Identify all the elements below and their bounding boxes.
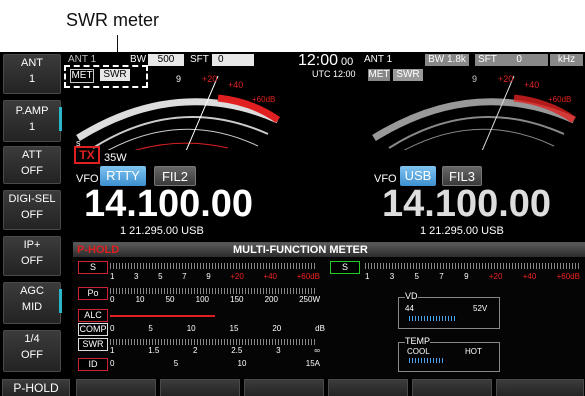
mfm-right-s-scale: 1 3 5 7 9 +20 +40 +60dB: [365, 272, 580, 281]
bottom-button-7[interactable]: [496, 379, 584, 396]
vd-max: 52V: [473, 304, 488, 313]
mfm-right-s-bar: [365, 263, 580, 269]
main-sub-info: 1 21.295.00 USB: [120, 225, 204, 237]
mfm-s-bar: [110, 263, 315, 269]
mfm-po-label: Po: [78, 287, 108, 300]
mfm-alc-label: ALC: [78, 309, 108, 322]
sub-sft-label: SFT: [478, 54, 497, 65]
svg-text:+60dB: +60dB: [548, 95, 571, 104]
digi-sel-value: OFF: [21, 209, 43, 221]
ant-value: 1: [28, 73, 36, 85]
main-bw-value[interactable]: 500: [148, 54, 184, 66]
ip-plus-value: OFF: [21, 255, 43, 267]
agc-active-indicator: [59, 289, 62, 313]
mfm-comp-scale: 0 5 10 15 20 dB: [110, 324, 325, 333]
main-sft-value[interactable]: 0: [212, 54, 254, 66]
ant-title: ANT: [21, 57, 43, 69]
mfm-swr-label: SWR: [78, 338, 108, 351]
sub-bw-value: 1.8k: [446, 54, 466, 65]
callout-label: SWR meter: [66, 10, 160, 30]
att-value: OFF: [21, 165, 43, 177]
sub-bw-box[interactable]: BW 1.8k: [425, 54, 469, 66]
mfm-comp-label: COMP: [78, 323, 108, 336]
mfm-swr-scale: 1 1.5 2 2.5 3 ∞: [110, 346, 320, 355]
temp-hot: HOT: [465, 347, 482, 356]
digi-sel-button[interactable]: DIGI-SEL OFF: [3, 190, 61, 230]
main-bw-label: BW: [130, 54, 147, 65]
vd-min: 44: [405, 304, 414, 313]
bottom-button-2[interactable]: [76, 379, 156, 396]
mfm-s-label: S: [78, 261, 108, 274]
sub-sft-box[interactable]: SFT 0: [475, 54, 548, 66]
preamp-active-indicator: [59, 107, 62, 131]
ip-plus-title: IP+: [23, 239, 41, 251]
mfm-alc-zone: [110, 315, 215, 317]
svg-text:+40: +40: [228, 80, 243, 90]
mfm-right-s-label: S: [330, 261, 360, 274]
mfm-po-bar: [110, 288, 315, 294]
agc-button[interactable]: AGC MID: [3, 282, 62, 324]
svg-text:9: 9: [176, 74, 181, 84]
temp-bar: [409, 358, 445, 363]
radio-screen: ANT 1 P.AMP 1 ATT OFF DIGI-SEL OFF IP+ O…: [0, 52, 585, 396]
preamp-button[interactable]: P.AMP 1: [3, 100, 62, 142]
mfm-title: MULTI-FUNCTION METER: [233, 244, 368, 256]
sub-sft-value: 0: [516, 54, 522, 65]
temp-meter: TEMP COOL HOT: [398, 336, 500, 372]
quarter-value: OFF: [21, 349, 43, 361]
temp-label: TEMP: [405, 336, 431, 346]
mfm-hold-label: P-HOLD: [77, 244, 120, 256]
digi-sel-title: DIGI-SEL: [8, 193, 56, 205]
mfm-id-label: ID: [78, 358, 108, 371]
svg-text:+20: +20: [498, 74, 513, 84]
bottom-button-4[interactable]: [244, 379, 324, 396]
sub-bw-label: BW: [428, 54, 445, 65]
svg-text:9: 9: [472, 74, 477, 84]
svg-text:+60dB: +60dB: [252, 95, 275, 104]
temp-cool: COOL: [407, 347, 430, 356]
svg-text:+20: +20: [202, 74, 217, 84]
quarter-button[interactable]: 1/4 OFF: [3, 330, 61, 372]
mfm-id-scale: 0 5 10 15A: [110, 359, 320, 368]
bottom-button-3[interactable]: [160, 379, 240, 396]
bottom-p-hold-button[interactable]: P-HOLD: [2, 379, 70, 396]
sub-sub-info: 1 21.295.00 USB: [420, 225, 504, 237]
main-ant-label: ANT 1: [68, 54, 97, 65]
quarter-title: 1/4: [24, 333, 40, 345]
main-sft-label: SFT: [190, 54, 209, 65]
clock-seconds: 00: [341, 56, 354, 68]
bottom-button-5[interactable]: [328, 379, 408, 396]
sub-ant-label: ANT 1: [364, 54, 393, 65]
agc-title: AGC: [20, 285, 44, 297]
clock-time: 12:00: [298, 52, 339, 69]
vd-label: VD: [405, 291, 418, 301]
sub-unit: kHz: [550, 54, 583, 66]
mfm-header: P-HOLD MULTI-FUNCTION METER: [73, 243, 585, 257]
ip-plus-button[interactable]: IP+ OFF: [3, 236, 61, 276]
ant-button[interactable]: ANT 1: [3, 54, 61, 94]
preamp-value: 1: [28, 121, 36, 133]
att-button[interactable]: ATT OFF: [3, 146, 61, 184]
vd-meter: VD 44 52V: [398, 291, 500, 329]
preamp-title: P.AMP: [15, 105, 49, 117]
clock-utc: UTC 12:00: [312, 69, 356, 79]
svg-text:+40: +40: [524, 80, 539, 90]
mfm-s-scale: 1 3 5 7 9 +20 +40 +60dB: [110, 272, 320, 281]
tx-indicator: TX: [74, 146, 100, 164]
att-title: ATT: [22, 149, 42, 161]
vd-bar: [409, 316, 457, 321]
tx-power: 35W: [104, 152, 127, 164]
main-frequency[interactable]: 14.100.00: [84, 183, 253, 226]
sub-analog-meter: 9 +20 +40 +60dB: [372, 74, 577, 150]
agc-value: MID: [21, 301, 43, 313]
sub-frequency[interactable]: 14.100.00: [382, 183, 551, 226]
bottom-button-6[interactable]: [412, 379, 492, 396]
mfm-swr-bar: [110, 339, 315, 345]
main-analog-meter: s 9 +20 +40 +60dB Po: [76, 74, 281, 150]
mfm-po-scale: 0 10 50 100 150 200 250W: [110, 295, 320, 304]
